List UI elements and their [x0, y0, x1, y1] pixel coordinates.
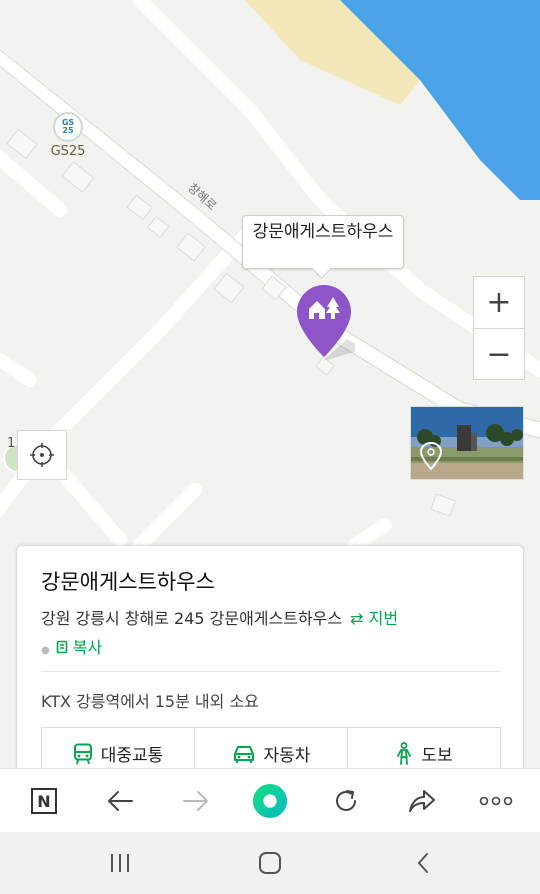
forward-arrow-icon — [183, 791, 208, 811]
zoom-out-button[interactable]: − — [474, 329, 524, 380]
chevron-left-icon — [418, 853, 428, 873]
crosshair-icon — [30, 443, 54, 467]
share-button[interactable] — [404, 783, 440, 819]
green-dot-button[interactable] — [252, 783, 288, 819]
back-arrow-icon — [108, 791, 133, 811]
refresh-icon — [336, 790, 356, 811]
bus-icon — [73, 743, 92, 764]
divider — [41, 671, 501, 672]
partial-poi-label: 1 — [7, 436, 16, 451]
refresh-button[interactable] — [328, 783, 364, 819]
gs25-logo-icon: GS 25 — [53, 112, 83, 142]
transit-label: 대중교통 — [100, 746, 164, 766]
forward-button[interactable] — [178, 783, 214, 819]
copy-icon — [56, 640, 68, 654]
place-address: 강원 강릉시 창해로 245 강문애게스트하우스 ⇄ 지번 — [41, 605, 398, 629]
recent-apps-icon — [111, 854, 129, 872]
zoom-in-button[interactable]: + — [474, 277, 524, 329]
recent-apps-button[interactable] — [105, 850, 135, 876]
naver-home-button[interactable]: N — [26, 783, 62, 819]
home-button[interactable] — [255, 850, 285, 876]
address-text: 강원 강릉시 창해로 245 강문애게스트하우스 — [41, 609, 343, 628]
jibeon-toggle[interactable]: ⇄ 지번 — [350, 609, 398, 628]
car-label: 자동차 — [263, 746, 311, 766]
system-back-button[interactable] — [408, 850, 438, 876]
system-navigation-bar — [0, 832, 540, 894]
place-callout[interactable]: 강문애게스트하우스 — [242, 215, 404, 269]
naver-home-icon: N — [31, 788, 57, 814]
copy-address-button[interactable]: ● 복사 — [41, 634, 102, 658]
place-pin-icon[interactable] — [295, 283, 355, 363]
home-icon — [259, 852, 281, 874]
car-icon — [233, 745, 254, 763]
back-button[interactable] — [102, 783, 138, 819]
copy-label: 복사 — [72, 638, 103, 657]
more-icon — [479, 796, 513, 806]
street-view-photo — [411, 407, 523, 479]
place-name: 강문애게스트하우스 — [41, 570, 215, 594]
bullet-dot-icon: ● — [41, 645, 50, 656]
my-location-button[interactable] — [17, 430, 67, 480]
walk-label: 도보 — [421, 746, 453, 766]
walk-icon — [397, 741, 412, 765]
share-icon — [409, 790, 435, 812]
access-note: KTX 강릉역에서 15분 내외 소요 — [41, 692, 259, 711]
green-dot-icon — [252, 783, 288, 819]
street-view-thumbnail[interactable] — [410, 406, 524, 480]
browser-toolbar: N — [0, 768, 540, 832]
more-button[interactable] — [478, 783, 514, 819]
poi-gs25[interactable]: GS 25 GS25 — [50, 112, 86, 159]
zoom-control: + − — [473, 276, 525, 380]
poi-gs25-label: GS25 — [50, 144, 86, 159]
place-info-card: 강문애게스트하우스 강원 강릉시 창해로 245 강문애게스트하우스 ⇄ 지번 ●… — [16, 545, 524, 785]
